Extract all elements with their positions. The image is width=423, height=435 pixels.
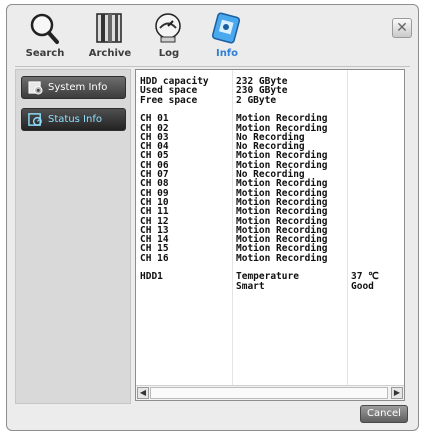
info-label: Info: [215, 48, 239, 59]
table-cell: CH 16: [140, 252, 169, 264]
sidebar-item-status-info[interactable]: Status Info: [21, 108, 126, 131]
table-row: CH 11 Motion Recording: [136, 206, 404, 218]
table-cell: Temperature: [236, 271, 299, 283]
table-cell: 2 GByte: [236, 94, 277, 106]
sidebar-item-label: Status Info: [48, 114, 102, 125]
table-cell: CH 08: [140, 178, 169, 190]
table-row: Free space 2 GByte: [136, 94, 404, 106]
archive-button[interactable]: Archive: [86, 11, 134, 63]
sidebar-item-label: System Info: [48, 82, 108, 93]
table-cell: CH 01: [140, 113, 169, 125]
table-row: Smart Good: [136, 280, 404, 292]
log-label: Log: [158, 48, 180, 59]
toolbar: Search Archive Log Info ✕: [7, 5, 418, 65]
status-info-panel: HDD capacity 232 GByte Used space 230 GByte…: [135, 69, 405, 401]
status-info-icon: [28, 113, 42, 126]
table-cell: 230 GByte: [236, 85, 288, 97]
info-window: Search Archive Log Info ✕ System Info St…: [6, 4, 419, 431]
search-button[interactable]: Search: [21, 11, 69, 63]
close-button[interactable]: ✕: [392, 18, 412, 38]
info-button[interactable]: Info: [203, 11, 251, 63]
archive-label: Archive: [88, 48, 132, 59]
table-cell: Motion Recording: [236, 178, 328, 190]
archive-icon: [96, 13, 122, 43]
system-info-icon: [28, 81, 43, 95]
sidebar: System Info Status Info: [15, 69, 131, 404]
table-cell: Good: [351, 280, 374, 292]
table-cell: HDD1: [140, 271, 163, 283]
scroll-right-arrow-icon[interactable]: ▶: [391, 387, 403, 399]
table-row: CH 01 Motion Recording: [136, 113, 404, 125]
scroll-left-arrow-icon[interactable]: ◀: [137, 387, 149, 399]
info-table: HDD capacity 232 GByte Used space 230 GByte…: [136, 70, 404, 386]
table-cell: Motion Recording: [236, 113, 328, 125]
sidebar-item-system-info[interactable]: System Info: [21, 76, 126, 99]
scrollbar-thumb[interactable]: [150, 387, 388, 399]
horizontal-scrollbar[interactable]: ◀ ▶: [136, 385, 404, 400]
table-row: Used space 230 GByte: [136, 85, 404, 97]
table-cell: Smart: [236, 280, 265, 292]
table-cell: Free space: [140, 94, 198, 106]
info-icon: [211, 12, 241, 44]
table-row: HDD1 Temperature 37 ℃: [136, 271, 404, 283]
toolbar-divider: [15, 66, 410, 67]
cancel-button[interactable]: Cancel: [360, 405, 408, 423]
table-row: CH 08 Motion Recording: [136, 178, 404, 190]
table-cell: CH 11: [140, 206, 169, 218]
table-cell: Motion Recording: [236, 252, 328, 264]
table-cell: Used space: [140, 85, 198, 97]
search-label: Search: [25, 48, 65, 59]
log-button[interactable]: Log: [145, 11, 193, 63]
search-icon: [30, 13, 59, 44]
table-cell: 37 ℃: [351, 271, 379, 283]
table-row: CH 16 Motion Recording: [136, 252, 404, 264]
log-icon: [155, 13, 181, 43]
table-cell: Motion Recording: [236, 206, 328, 218]
